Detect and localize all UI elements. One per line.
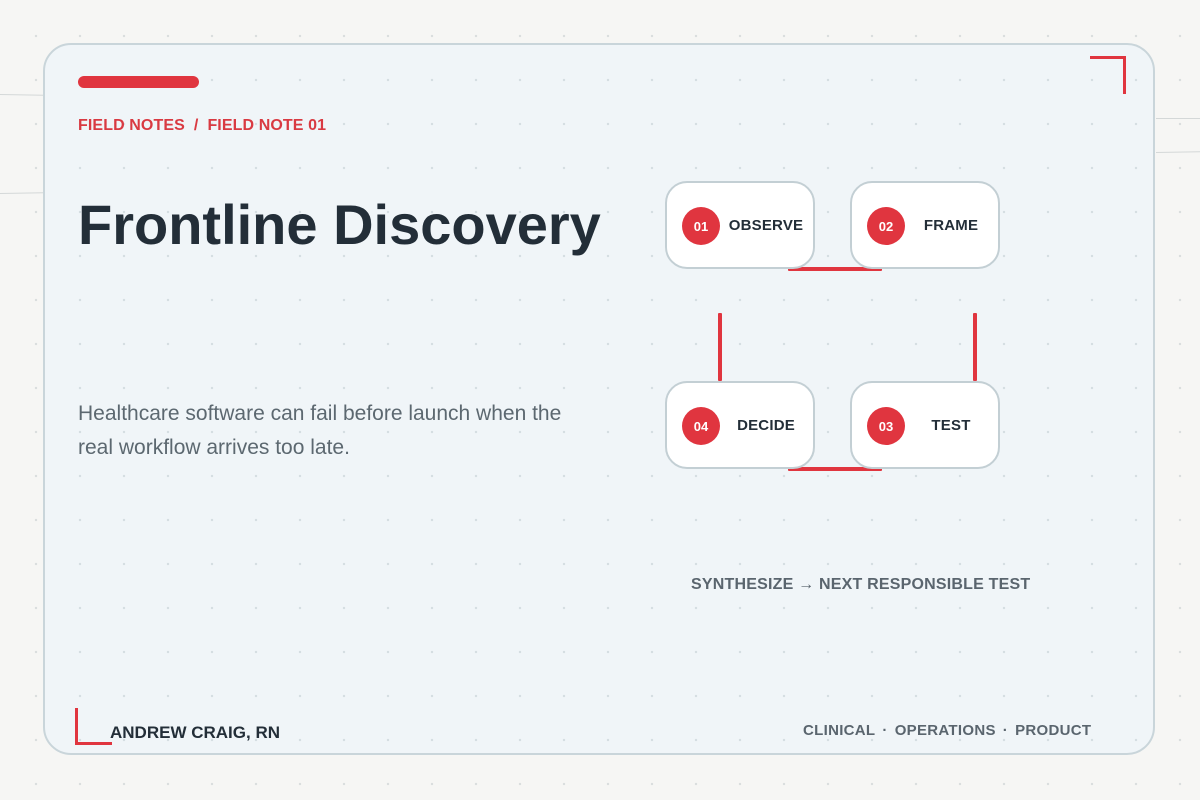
breadcrumb-section: FIELD NOTES	[78, 117, 185, 134]
background-line	[1155, 151, 1200, 153]
breadcrumb-separator: /	[193, 117, 199, 134]
step-number-badge: 02	[867, 207, 905, 245]
synthesis-caption: SYNTHESIZE → NEXT RESPONSIBLE TEST	[691, 576, 1031, 593]
step-frame: 02 FRAME	[850, 181, 1000, 269]
step-label: TEST	[931, 417, 971, 434]
tag-separator: ·	[1002, 722, 1009, 739]
step-number-badge: 01	[682, 207, 720, 245]
author-name: ANDREW CRAIG, RN	[110, 723, 280, 742]
topic-tags: CLINICAL · OPERATIONS · PRODUCT	[803, 722, 1091, 739]
tag-operations: OPERATIONS	[894, 722, 996, 739]
step-number-badge: 03	[867, 407, 905, 445]
step-observe: 01 OBSERVE	[665, 181, 815, 269]
tag-clinical: CLINICAL	[803, 722, 876, 739]
step-label: FRAME	[923, 217, 979, 234]
connector-frame-test	[973, 313, 977, 381]
background-line	[0, 94, 45, 96]
page-title: Frontline Discovery	[78, 193, 601, 256]
background-line	[1156, 118, 1200, 119]
step-label: DECIDE	[737, 417, 795, 434]
breadcrumb-current: FIELD NOTE 01	[207, 117, 327, 134]
breadcrumb: FIELD NOTES / FIELD NOTE 01	[78, 117, 326, 135]
step-number-badge: 04	[682, 407, 720, 445]
tag-separator: ·	[882, 722, 888, 739]
accent-bar	[78, 76, 199, 88]
description: Healthcare software can fail before laun…	[78, 402, 562, 459]
background-line	[0, 192, 45, 194]
tag-product: PRODUCT	[1015, 722, 1092, 739]
corner-bracket-top-right	[1090, 56, 1126, 94]
connector-decide-observe	[718, 313, 722, 381]
step-test: 03 TEST	[850, 381, 1000, 469]
step-decide: 04 DECIDE	[665, 381, 815, 469]
step-label: OBSERVE	[728, 217, 804, 234]
corner-bracket-bottom-left	[75, 708, 112, 745]
